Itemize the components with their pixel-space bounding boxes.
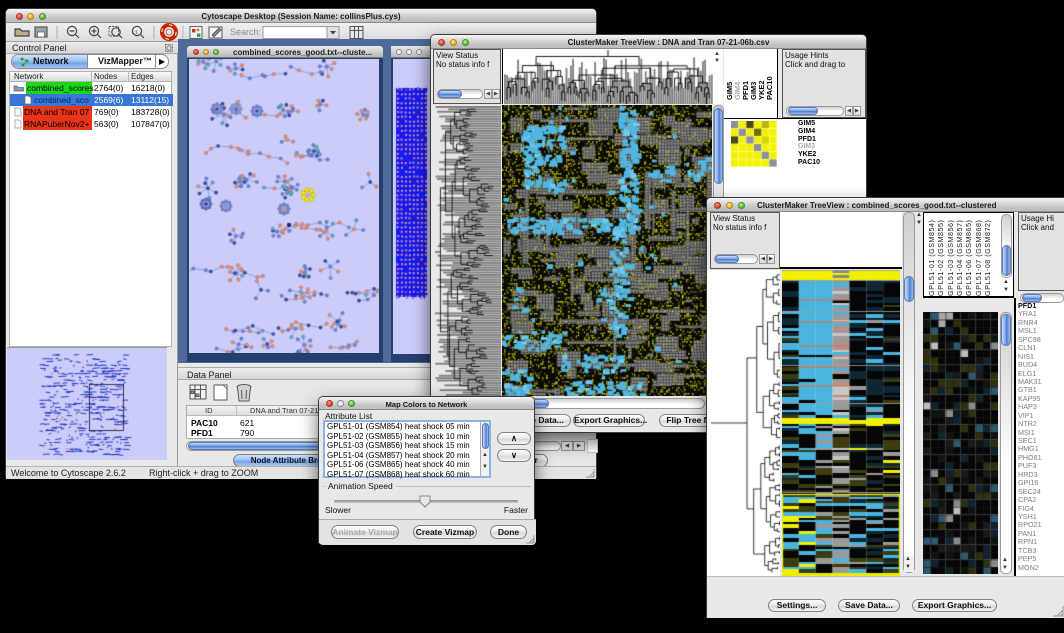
svg-text:1:1: 1:1: [131, 30, 138, 35]
svg-text:Search:: Search:: [230, 27, 261, 37]
